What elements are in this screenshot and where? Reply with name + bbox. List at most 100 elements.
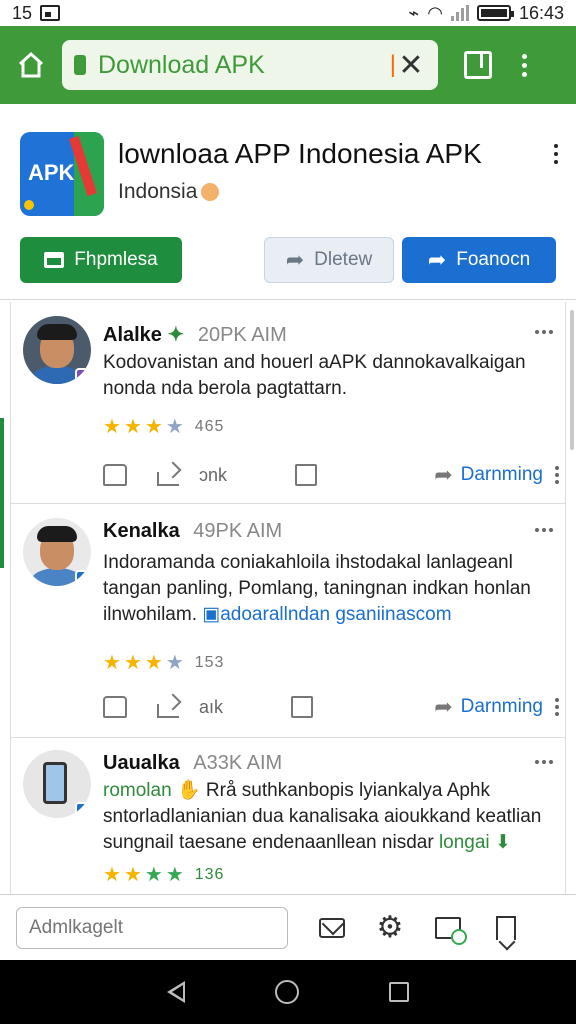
- app-subtitle-text: Indonsia: [118, 180, 198, 203]
- rating-count: 136: [194, 865, 225, 883]
- author-name: Alalke: [103, 324, 162, 346]
- post-line: nonda nda berola pagtattarn.: [103, 378, 348, 399]
- rating-count: 465: [194, 417, 225, 435]
- author-name: Kenalka: [103, 520, 180, 542]
- tabs-icon[interactable]: [464, 51, 492, 79]
- share-icon: ➦: [285, 247, 305, 272]
- post-text: Indoramanda coniakahloila ihstodakal lan…: [103, 550, 557, 628]
- install-button[interactable]: Fhpmlesa: [20, 237, 182, 283]
- thumb-up-icon[interactable]: [103, 464, 127, 486]
- rating-stars: ★ ★ ★ ★ 136: [103, 864, 225, 886]
- system-nav-bar: [0, 960, 576, 1024]
- more-vert-icon[interactable]: [555, 466, 559, 484]
- bookmark-icon[interactable]: [492, 914, 520, 942]
- close-icon[interactable]: ✕: [396, 49, 426, 82]
- more-vert-icon[interactable]: [555, 698, 559, 716]
- share-icon[interactable]: [157, 464, 181, 486]
- signal-icon: [450, 5, 469, 21]
- link-icon: ▣: [202, 604, 221, 625]
- comment-input[interactable]: [16, 906, 288, 949]
- more-vert-icon[interactable]: [522, 53, 527, 77]
- left-accent-bar: [0, 418, 4, 568]
- post-lead: romolan: [103, 780, 172, 801]
- action-text[interactable]: aık: [199, 697, 223, 718]
- avatar[interactable]: [23, 316, 91, 384]
- action-label[interactable]: Darnming: [461, 696, 543, 718]
- flag-icon: [201, 183, 220, 202]
- verified-icon: ✦: [167, 324, 185, 346]
- nav-back-icon[interactable]: [167, 981, 185, 1003]
- status-time: 15: [12, 2, 33, 23]
- rating-stars: ★ ★ ★ ★ 465: [103, 416, 225, 438]
- detew-button[interactable]: ➦ Dletew: [264, 237, 394, 283]
- post-actions: ɔnk ➦ Darnming: [103, 460, 559, 490]
- url-field[interactable]: Download APK | ✕: [62, 40, 438, 90]
- nav-home-icon[interactable]: [275, 980, 299, 1004]
- app-title: lownloaa APP Indonesia APK: [118, 138, 482, 169]
- post-line: sungnail taesane endenaanllean nisdar lo…: [103, 830, 557, 856]
- list-item: Uaualka A33K AIM romolan ✋ Rrå suthkanbo…: [11, 738, 565, 894]
- post-line-text: sungnail taesane endenaanllean nisdar: [103, 832, 434, 853]
- status-bar: 15 ⌁ ◠ 16:43: [0, 0, 576, 26]
- install-button-label: Fhpmlesa: [74, 249, 158, 270]
- app-icon: APK: [20, 132, 104, 216]
- post-author: Kenalka 49PK AIM: [103, 520, 282, 543]
- nav-recent-icon[interactable]: [389, 982, 409, 1002]
- more-horiz-icon[interactable]: [535, 528, 553, 532]
- post-text: romolan ✋ Rrå suthkanbopis lyiankalya Ap…: [103, 778, 557, 856]
- post-line: romolan ✋ Rrå suthkanbopis lyiankalya Ap…: [103, 778, 557, 804]
- list-item: Kenalka 49PK AIM Indoramanda coniakahloi…: [11, 504, 565, 738]
- forward-icon: ➦: [427, 247, 447, 272]
- post-line: sntorladlanianian dua kanalisaka aioukka…: [103, 806, 542, 827]
- post-author: Alalke ✦ 20PK AIM: [103, 322, 287, 347]
- post-link[interactable]: adoarallndan gsaniinascom: [220, 604, 451, 625]
- foanoc-button-label: Foanocn: [456, 249, 531, 270]
- post-text: Kodovanistan and houerl aAPK dannokavalk…: [103, 350, 557, 402]
- comment-feed: Alalke ✦ 20PK AIM Kodovanistan and houer…: [10, 302, 566, 894]
- post-line: Indoramanda coniakahloila ihstodakal lan…: [103, 552, 513, 573]
- app-icon-text: APK: [28, 160, 75, 185]
- post-line-text: ilnwohilam.: [103, 604, 197, 625]
- list-item: Alalke ✦ 20PK AIM Kodovanistan and houer…: [11, 302, 565, 504]
- mail-icon[interactable]: [318, 914, 346, 942]
- avatar[interactable]: [23, 518, 91, 586]
- more-horiz-icon[interactable]: [535, 760, 553, 764]
- wifi-icon: ◠: [427, 2, 443, 23]
- action-text[interactable]: ɔnk: [199, 465, 227, 486]
- forward-icon[interactable]: ➦: [434, 694, 452, 720]
- post-author: Uaualka A33K AIM: [103, 752, 282, 775]
- home-icon[interactable]: [14, 48, 48, 82]
- app-header: APK lownloaa APP Indonesia APK Indonsia …: [0, 104, 576, 300]
- post-line: tangan panling, Pomlang, taningnan indka…: [103, 578, 531, 599]
- lock-icon: [74, 55, 86, 75]
- thumb-up-icon[interactable]: [103, 696, 127, 718]
- author-name: Uaualka: [103, 752, 180, 774]
- upload-icon[interactable]: [291, 696, 314, 718]
- post-line-text: Rrå suthkanbopis lyiankalya Aphk: [205, 780, 490, 801]
- post-actions: aık ➦ Darnming: [103, 692, 559, 722]
- more-horiz-icon[interactable]: [535, 330, 553, 334]
- upload-icon[interactable]: [295, 464, 318, 486]
- foanoc-button[interactable]: ➦ Foanocn: [402, 237, 556, 283]
- screenshot-icon[interactable]: [434, 914, 467, 945]
- more-vert-icon[interactable]: [554, 144, 558, 164]
- share-icon[interactable]: [157, 696, 181, 718]
- browser-toolbar: Download APK | ✕: [0, 26, 576, 104]
- post-time: 20PK AIM: [197, 324, 287, 346]
- pin-icon: ⬇: [494, 832, 511, 853]
- url-text[interactable]: Download APK: [98, 51, 382, 80]
- rating-count: 153: [194, 653, 225, 671]
- post-time: A33K AIM: [193, 752, 283, 774]
- avatar[interactable]: [23, 750, 91, 818]
- detew-button-label: Dletew: [314, 249, 373, 270]
- emoji-icon: ✋: [176, 780, 201, 801]
- action-label[interactable]: Darnming: [461, 464, 543, 486]
- post-tail: longai: [438, 832, 490, 853]
- forward-icon[interactable]: ➦: [434, 462, 452, 488]
- store-icon: [44, 252, 65, 268]
- notification-icon: [40, 5, 61, 21]
- vibrate-icon: ⌁: [408, 2, 420, 23]
- post-line: Kodovanistan and houerl aAPK dannokavalk…: [103, 352, 526, 373]
- scrollbar[interactable]: [570, 310, 574, 450]
- settings-icon[interactable]: ⚙: [376, 911, 404, 944]
